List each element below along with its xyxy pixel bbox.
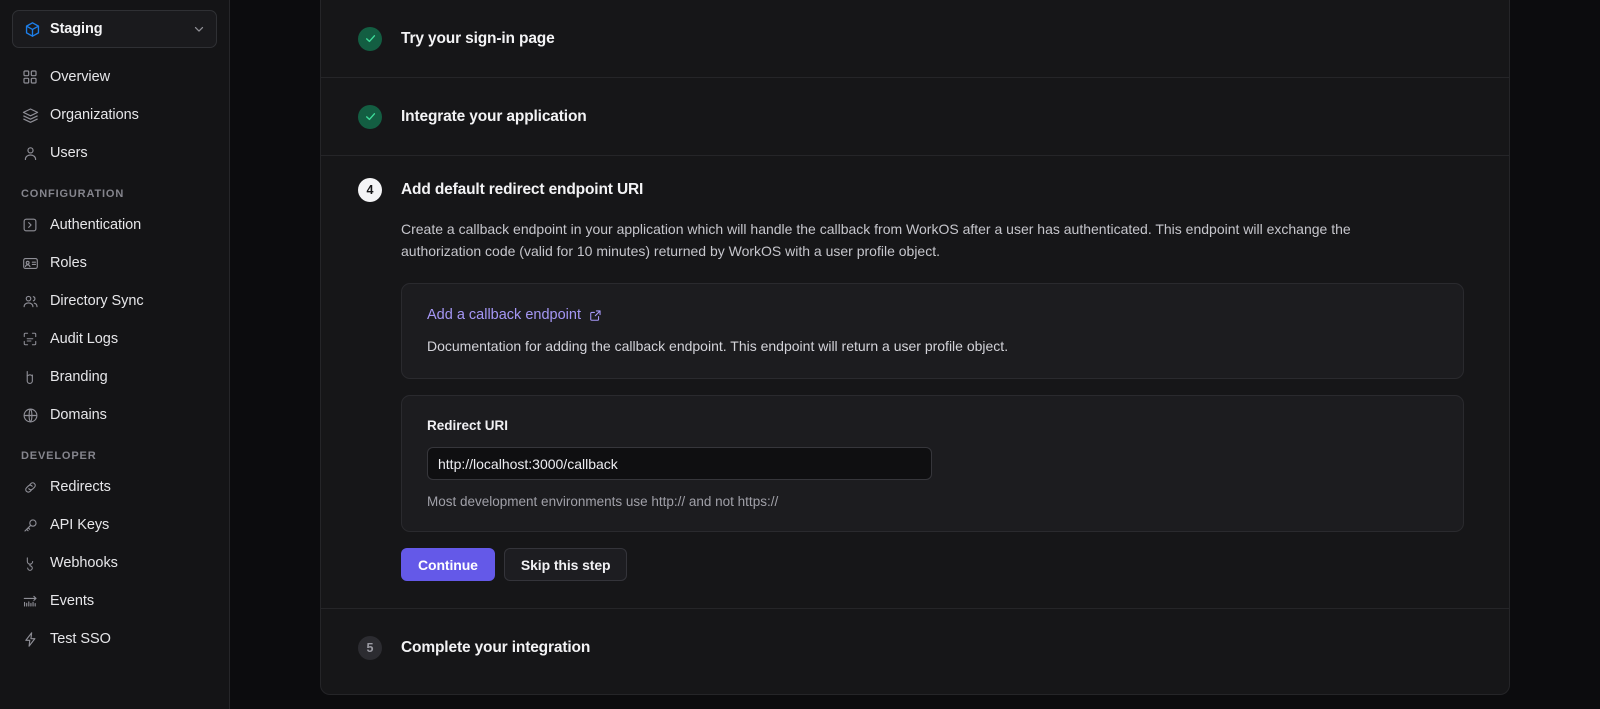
sidebar-section-developer: DEVELOPER [21, 450, 97, 462]
redirect-uri-input[interactable] [427, 447, 932, 480]
sidebar-item-label: Organizations [50, 107, 139, 123]
globe-icon [21, 406, 39, 424]
link-icon [21, 478, 39, 496]
bolt-icon [21, 630, 39, 648]
sidebar-item-label: Users [50, 145, 88, 161]
sidebar-item-test-sso[interactable]: Test SSO [12, 620, 217, 658]
sidebar-item-label: Domains [50, 407, 107, 423]
cube-icon [24, 21, 41, 38]
sidebar-item-users[interactable]: Users [12, 134, 217, 172]
key-icon [21, 516, 39, 534]
sidebar-item-label: Authentication [50, 217, 142, 233]
layers-icon [21, 106, 39, 124]
branding-icon [21, 368, 39, 386]
step-number-badge: 4 [358, 178, 382, 202]
continue-button[interactable]: Continue [401, 548, 495, 581]
step-number-badge: 5 [358, 635, 382, 660]
add-callback-endpoint-link[interactable]: Add a callback endpoint [427, 307, 602, 323]
user-icon [21, 144, 39, 162]
sidebar-item-label: API Keys [50, 517, 110, 533]
sidebar-item-overview[interactable]: Overview [12, 58, 217, 96]
step-complete-integration[interactable]: 5 Complete your integration [321, 609, 1509, 686]
sidebar: Staging Overview Organizations Users CON… [0, 0, 230, 709]
sidebar-item-label: Branding [50, 369, 108, 385]
step-description: Create a callback endpoint in your appli… [401, 221, 1351, 259]
step-add-redirect-endpoint: 4 Add default redirect endpoint URI Crea… [321, 156, 1509, 609]
sidebar-item-label: Roles [50, 255, 87, 271]
step-try-signin[interactable]: Try your sign-in page [321, 0, 1509, 78]
step-title: Integrate your application [401, 107, 587, 125]
audit-icon [21, 330, 39, 348]
users-icon [21, 292, 39, 310]
chevron-down-icon [192, 22, 206, 36]
check-icon [358, 104, 382, 129]
id-card-icon [21, 254, 39, 272]
redirect-uri-label: Redirect URI [427, 418, 509, 433]
sidebar-item-label: Audit Logs [50, 331, 119, 347]
sidebar-item-audit-logs[interactable]: Audit Logs [12, 320, 217, 358]
sidebar-item-label: Overview [50, 69, 111, 85]
redirect-uri-card: Redirect URI Most development environmen… [401, 395, 1464, 532]
skip-this-step-button[interactable]: Skip this step [503, 548, 628, 581]
environment-name: Staging [50, 21, 103, 37]
sidebar-item-domains[interactable]: Domains [12, 396, 217, 434]
sidebar-item-label: Events [50, 593, 95, 609]
step-actions: Continue Skip this step [401, 548, 1509, 608]
sidebar-item-label: Directory Sync [50, 293, 144, 309]
step-title: Add default redirect endpoint URI [401, 181, 644, 198]
callback-doc-description: Documentation for adding the callback en… [427, 338, 1009, 354]
check-icon [358, 26, 382, 51]
sidebar-item-events[interactable]: Events [12, 582, 217, 620]
sidebar-item-webhooks[interactable]: Webhooks [12, 544, 217, 582]
sidebar-item-authentication[interactable]: Authentication [12, 206, 217, 244]
environment-switcher[interactable]: Staging [12, 10, 217, 48]
external-link-icon [589, 309, 602, 322]
link-label: Add a callback endpoint [427, 307, 581, 323]
redirect-uri-hint: Most development environments use http:/… [427, 494, 779, 509]
step-title: Complete your integration [401, 638, 591, 656]
step-integrate-application[interactable]: Integrate your application [321, 78, 1509, 156]
app-root: Staging Overview Organizations Users CON… [0, 0, 1600, 709]
events-icon [21, 592, 39, 610]
sidebar-item-directory-sync[interactable]: Directory Sync [12, 282, 217, 320]
sidebar-item-redirects[interactable]: Redirects [12, 468, 217, 506]
main-content: Try your sign-in page Integrate your app… [230, 0, 1600, 709]
sidebar-item-label: Redirects [50, 479, 111, 495]
sidebar-item-roles[interactable]: Roles [12, 244, 217, 282]
webhook-icon [21, 554, 39, 572]
sidebar-item-label: Webhooks [50, 555, 118, 571]
grid-icon [21, 68, 39, 86]
sidebar-section-configuration: CONFIGURATION [21, 188, 125, 200]
auth-icon [21, 216, 39, 234]
callback-doc-card: Add a callback endpoint Documentation fo… [401, 283, 1464, 379]
step-title: Try your sign-in page [401, 29, 555, 47]
sidebar-item-label: Test SSO [50, 631, 111, 647]
sidebar-item-organizations[interactable]: Organizations [12, 96, 217, 134]
sidebar-item-branding[interactable]: Branding [12, 358, 217, 396]
onboarding-steps-panel: Try your sign-in page Integrate your app… [320, 0, 1510, 695]
sidebar-item-api-keys[interactable]: API Keys [12, 506, 217, 544]
